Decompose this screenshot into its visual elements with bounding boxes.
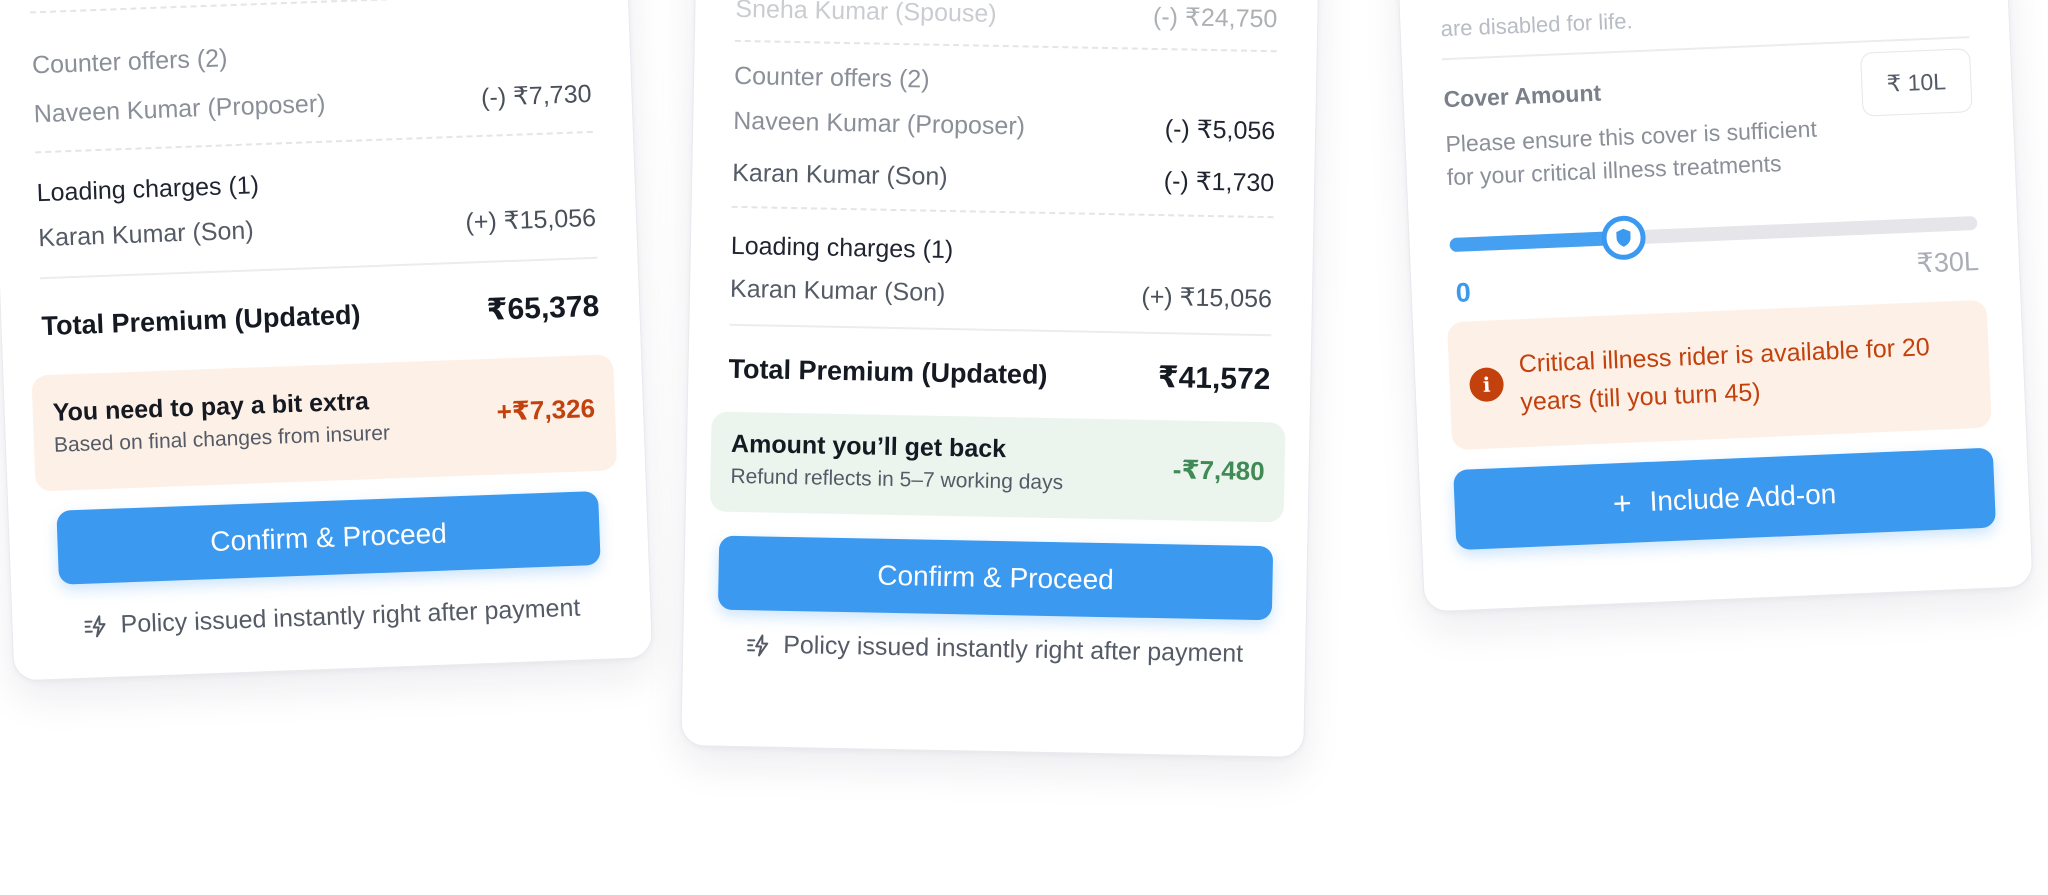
instant-policy-footnote: Policy issued instantly right after paym… — [12, 591, 651, 643]
member-name: Naveen Kumar (Proposer) — [733, 106, 1026, 140]
cover-amount-value[interactable]: ₹ 10L — [1860, 48, 1973, 117]
total-premium-label: Total Premium (Updated) — [728, 353, 1048, 390]
total-premium-row: Total Premium (Updated) ₹41,572 — [728, 352, 1271, 397]
cover-slider-thumb[interactable] — [1600, 214, 1647, 261]
footnote-text: Policy issued instantly right after paym… — [782, 630, 1244, 668]
total-premium-amount: ₹41,572 — [1157, 361, 1271, 397]
confirm-proceed-button[interactable]: Confirm & Proceed — [717, 535, 1274, 621]
divider — [39, 256, 598, 280]
divider — [729, 323, 1272, 337]
cover-amount-label: Cover Amount — [1443, 79, 1602, 113]
counter-offers-label: Counter offers (2) — [31, 44, 228, 80]
total-premium-label: Total Premium (Updated) — [41, 299, 361, 342]
counter-offers-label: Counter offers (2) — [733, 61, 930, 94]
footnote-text: Policy issued instantly right after paym… — [120, 593, 581, 639]
slider-min-label: 0 — [1455, 277, 1472, 308]
total-premium-amount: ₹65,378 — [486, 289, 600, 327]
divider — [35, 130, 593, 154]
divider — [30, 0, 588, 14]
partial-member-row: Sneha Kumar (Spouse) (-) ₹24,750 — [735, 0, 1277, 34]
plus-icon: + — [1612, 484, 1633, 522]
counter-offer-row: Naveen Kumar (Proposer) (-) ₹7,730 — [33, 79, 592, 129]
member-amount: (-) ₹24,750 — [1152, 2, 1278, 34]
info-icon: i — [1468, 366, 1505, 403]
member-name: Karan Kumar (Son) — [732, 158, 948, 191]
member-name: Karan Kumar (Son) — [37, 215, 255, 252]
member-amount: (+) ₹15,056 — [1141, 282, 1273, 314]
slider-max-label: ₹30L — [1916, 245, 1980, 279]
critical-illness-addon-card: are disabled for life. Cover Amount ₹ 10… — [1396, 0, 2034, 613]
include-addon-label: Include Add-on — [1648, 478, 1837, 517]
confirm-proceed-button[interactable]: Confirm & Proceed — [56, 490, 601, 585]
loading-charges-label: Loading charges (1) — [730, 231, 954, 265]
notice-text: Critical illness rider is available for … — [1518, 333, 1931, 417]
pay-extra-notice: You need to pay a bit extra Based on fin… — [31, 354, 618, 492]
cover-slider-fill — [1449, 230, 1625, 253]
member-amount: (-) ₹7,730 — [480, 79, 592, 112]
loading-charge-row: Karan Kumar (Son) (+) ₹15,056 — [730, 274, 1272, 314]
loading-charges-label: Loading charges (1) — [36, 171, 260, 208]
refund-notice: Amount you’ll get back Refund reflects i… — [709, 411, 1286, 523]
divider — [734, 39, 1277, 53]
counter-offer-row: Naveen Kumar (Proposer) (-) ₹5,056 — [733, 106, 1275, 146]
bolt-icon — [747, 633, 769, 656]
divider — [731, 205, 1274, 219]
member-amount: (-) ₹5,056 — [1164, 115, 1276, 146]
notice-amount: -₹7,480 — [1172, 454, 1265, 487]
cover-help-text: Please ensure this cover is sufficient f… — [1444, 115, 1818, 191]
instant-policy-footnote: Policy issued instantly right after paym… — [683, 629, 1305, 670]
member-amount: (-) ₹1,730 — [1163, 167, 1275, 198]
loading-charge-row: Karan Kumar (Son) (+) ₹15,056 — [38, 203, 597, 253]
premium-summary-card-refund: Sneha Kumar (Spouse) (-) ₹24,750 Counter… — [680, 0, 1320, 758]
member-name: Naveen Kumar (Proposer) — [33, 89, 326, 128]
counter-offer-row: Karan Kumar (Son) (-) ₹1,730 — [732, 158, 1274, 198]
member-name: Sneha Kumar (Spouse) — [735, 0, 997, 28]
partial-description: are disabled for life. — [1440, 8, 1634, 42]
notice-amount: +₹7,326 — [496, 393, 596, 427]
member-amount: (+) ₹15,056 — [464, 203, 597, 237]
rider-availability-notice: i Critical illness rider is available fo… — [1446, 299, 1992, 451]
shield-icon — [1616, 228, 1631, 247]
bolt-icon — [84, 614, 106, 637]
premium-summary-card-extra: Counter offers (2) Naveen Kumar (Propose… — [0, 0, 654, 682]
include-addon-button[interactable]: + Include Add-on — [1453, 447, 1997, 551]
member-name: Karan Kumar (Son) — [729, 274, 946, 307]
total-premium-row: Total Premium (Updated) ₹65,378 — [41, 289, 600, 344]
